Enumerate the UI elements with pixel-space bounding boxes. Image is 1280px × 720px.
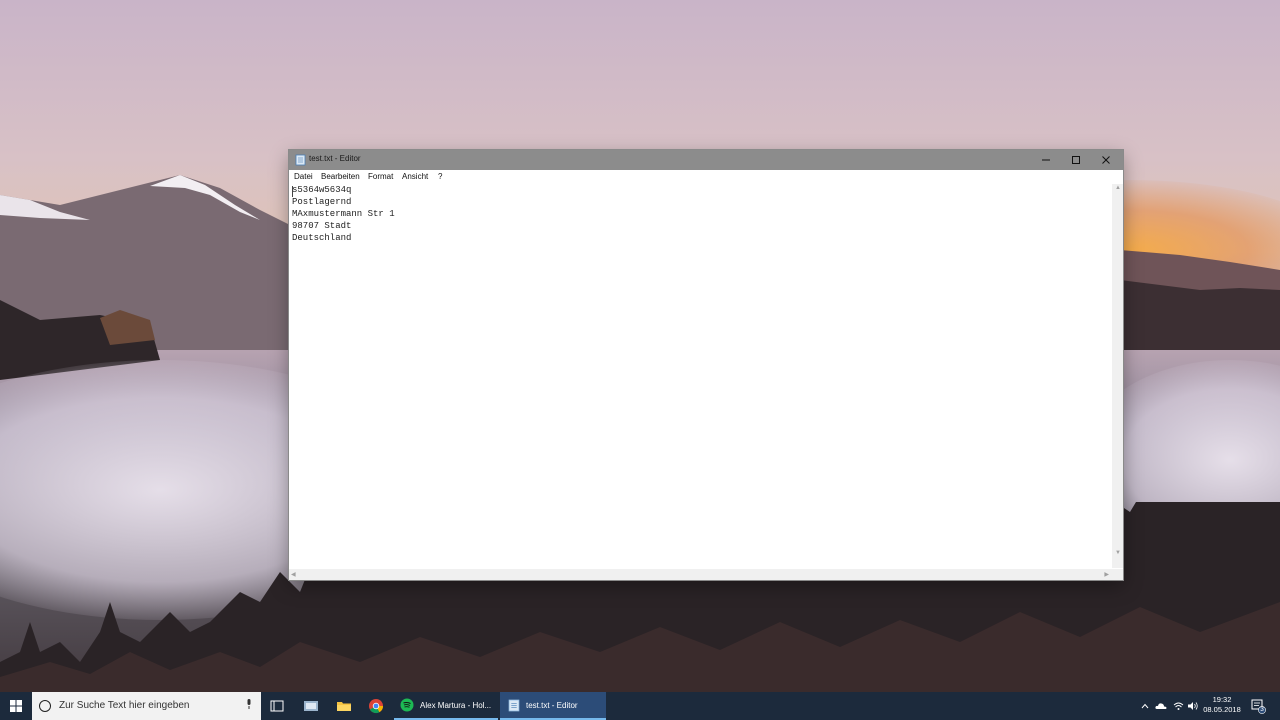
scroll-right-icon[interactable]: ▶ [1104, 571, 1109, 578]
onedrive-cloud-icon[interactable] [1153, 692, 1169, 720]
folder-icon[interactable] [334, 696, 354, 716]
file-explorer-icon[interactable] [301, 696, 321, 716]
text-line: Postlagernd [292, 197, 352, 207]
minimize-button[interactable] [1031, 150, 1061, 170]
show-hidden-icons-chevron-icon[interactable] [1138, 692, 1152, 720]
taskbar-clock[interactable]: 19:32 08.05.2018 [1198, 695, 1246, 715]
maximize-button[interactable] [1061, 150, 1091, 170]
clock-date: 08.05.2018 [1203, 705, 1241, 714]
search-placeholder: Zur Suche Text hier eingeben [59, 700, 190, 711]
windows-logo-icon [10, 700, 22, 712]
menu-bar: Datei Bearbeiten Format Ansicht ? [289, 170, 1123, 185]
menu-help[interactable]: ? [438, 172, 442, 181]
scrollbar-corner [1112, 569, 1123, 580]
scroll-left-icon[interactable]: ◀ [291, 571, 296, 578]
start-button[interactable] [0, 692, 32, 720]
close-icon [1102, 156, 1110, 164]
window-titlebar[interactable]: test.txt - Editor [289, 150, 1123, 170]
vertical-scrollbar[interactable]: ▲ ▼ [1112, 184, 1123, 568]
notepad-window[interactable]: test.txt - Editor Datei Bearbeiten Forma… [289, 150, 1123, 580]
task-view-icon[interactable] [267, 696, 287, 716]
notepad-icon [295, 154, 306, 166]
text-editor-area[interactable]: s5364w5634q Postlagernd MAxmustermann St… [289, 184, 1112, 568]
microphone-icon[interactable] [246, 699, 252, 709]
minimize-icon [1042, 159, 1050, 161]
menu-ansicht[interactable]: Ansicht [402, 172, 428, 181]
taskbar-spotify-task[interactable]: Alex Martura - Hol... [394, 692, 498, 720]
close-button[interactable] [1091, 150, 1121, 170]
text-line: s5364w5634q [292, 185, 352, 195]
text-line: Deutschland [292, 233, 352, 243]
task-label: test.txt - Editor [526, 700, 578, 710]
taskbar-search-box[interactable]: Zur Suche Text hier eingeben [32, 692, 261, 720]
menu-datei[interactable]: Datei [294, 172, 313, 181]
network-icon[interactable] [1170, 692, 1186, 720]
text-line: 98707 Stadt [292, 221, 352, 231]
maximize-icon [1072, 156, 1080, 164]
notification-count-badge: 3 [1260, 706, 1264, 713]
chrome-icon[interactable] [366, 696, 386, 716]
taskbar-editor-task[interactable]: test.txt - Editor [500, 692, 606, 720]
text-line: MAxmustermann Str 1 [292, 209, 395, 219]
clock-time: 19:32 [1212, 695, 1232, 704]
spotify-icon [400, 698, 414, 712]
scroll-down-icon[interactable]: ▼ [1115, 550, 1121, 556]
notepad-icon [508, 699, 520, 711]
task-label: Alex Martura - Hol... [420, 700, 492, 710]
cortana-icon [39, 700, 51, 712]
menu-bearbeiten[interactable]: Bearbeiten [321, 172, 360, 181]
action-center-button[interactable]: 3 [1250, 698, 1266, 714]
horizontal-scrollbar[interactable]: ◀ ▶ [289, 569, 1112, 580]
menu-format[interactable]: Format [368, 172, 393, 181]
window-title: test.txt - Editor [309, 154, 361, 163]
taskbar: Zur Suche Text hier eingeben Alex Martur… [0, 692, 1280, 720]
scroll-up-icon[interactable]: ▲ [1115, 185, 1121, 191]
